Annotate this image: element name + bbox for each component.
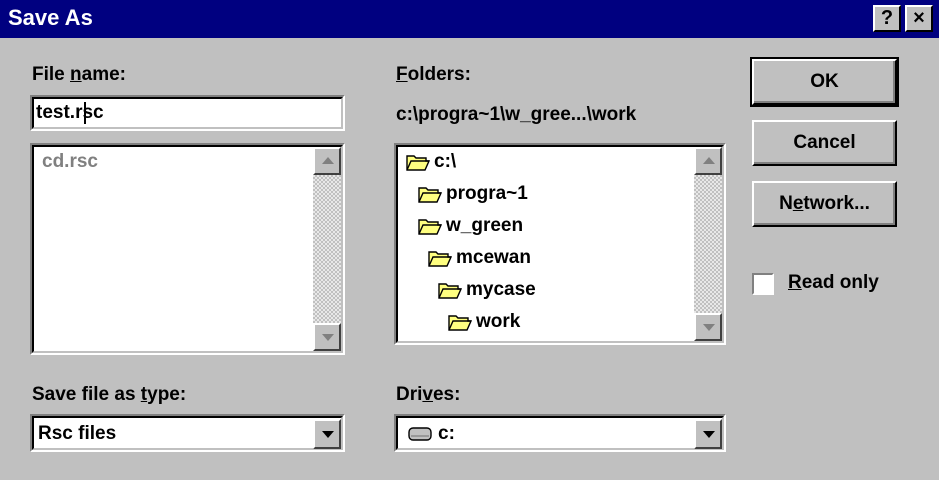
folder-label: c:\ [434,151,457,172]
drive-icon [408,427,432,441]
chevron-down-icon [322,431,334,438]
file-list-item[interactable]: cd.rsc [42,151,98,173]
drive-value: c: [438,423,455,444]
file-name-label: File name: [32,64,126,85]
open-folder-icon [418,187,442,203]
drives-label: Drives: [396,384,461,405]
scroll-up-button[interactable] [313,147,341,175]
read-only-label: Read only [788,272,879,293]
help-button[interactable]: ? [873,5,901,32]
open-folder-icon [406,155,430,171]
checkbox-box[interactable] [752,273,774,295]
folder-label: mcewan [456,247,531,268]
arrow-down-icon [322,334,334,341]
save-type-value: Rsc files [38,423,117,444]
open-folder-icon [448,315,472,331]
save-type-label: Save file as type: [32,384,187,405]
title-bar[interactable]: Save As ? × [0,0,939,38]
close-button[interactable]: × [905,5,933,32]
file-name-input[interactable]: test.rsc [30,95,345,131]
cancel-button[interactable]: Cancel [752,120,897,166]
open-folder-icon [438,283,462,299]
text-caret [84,102,86,124]
close-icon: × [913,7,925,29]
ok-button[interactable]: OK [750,57,899,107]
folder-label: progra~1 [446,183,528,204]
arrow-up-icon [322,157,334,164]
dropdown-button[interactable] [313,419,341,449]
drives-select[interactable]: c: [394,414,726,452]
dropdown-button[interactable] [694,419,722,449]
window-title: Save As [8,5,93,30]
scroll-down-button[interactable] [313,323,341,351]
open-folder-icon [418,219,442,235]
scroll-down-button[interactable] [694,313,722,341]
save-as-dialog: Save As ? × File name: test.rsc cd.rsc F… [0,0,939,480]
folder-tree-scrollbar[interactable] [694,147,722,341]
help-icon: ? [880,7,894,29]
scroll-up-button[interactable] [694,147,722,175]
open-folder-icon [428,251,452,267]
file-list-scrollbar[interactable] [313,147,341,351]
folder-label: work [476,311,521,332]
current-path: c:\progra~1\w_gree...\work [396,104,637,125]
chevron-down-icon [703,431,715,438]
folders-label: Folders: [396,64,471,85]
folder-label: w_green [446,215,524,236]
folder-label: mycase [466,279,536,300]
arrow-up-icon [703,157,715,164]
network-button[interactable]: Network... [752,181,897,227]
save-type-select[interactable]: Rsc files [30,414,345,452]
file-list[interactable]: cd.rsc [30,143,345,355]
folder-tree[interactable]: c:\ progra~1 w_green mcewan mycase work [394,143,726,345]
arrow-down-icon [703,324,715,331]
file-name-value: test.rsc [36,102,104,123]
